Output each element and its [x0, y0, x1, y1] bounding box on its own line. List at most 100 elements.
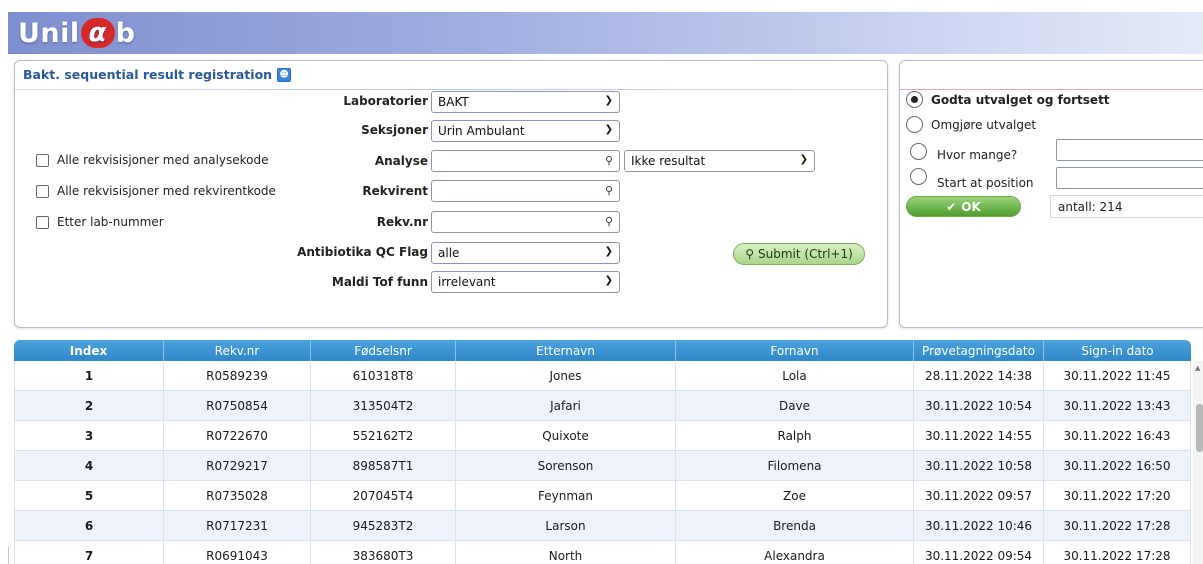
cell-rekvnr: R0750854	[164, 391, 311, 421]
chevron-down-icon: ❯	[604, 95, 613, 106]
antibiotika-select[interactable]: alle ❯	[431, 242, 620, 264]
results-table: Index Rekv.nr Fødselsnr Etternavn Fornav…	[14, 340, 1191, 564]
search-icon: ⚲	[745, 247, 754, 261]
checkbox-label: Etter lab-nummer	[57, 215, 164, 229]
analyse-input[interactable]: ⚲	[431, 150, 620, 172]
rekvirent-label: Rekvirent	[362, 184, 428, 198]
column-header-etternavn[interactable]: Etternavn	[456, 340, 676, 361]
cell-fornavn: Alexandra	[676, 541, 914, 564]
app-banner: Unil α b	[8, 12, 1203, 54]
table-row[interactable]: 1 R0589239 610318T8 Jones Lola 28.11.202…	[14, 361, 1191, 391]
cell-rekvnr: R0691043	[164, 541, 311, 564]
cell-index: 4	[14, 451, 164, 481]
cell-provetagningsdato: 28.11.2022 14:38	[914, 361, 1044, 391]
window-edge	[8, 547, 9, 564]
ok-button[interactable]: ✔ OK	[906, 196, 1021, 217]
submit-button[interactable]: ⚲ Submit (Ctrl+1)	[733, 243, 865, 265]
cell-provetagningsdato: 30.11.2022 09:57	[914, 481, 1044, 511]
laboratorier-select[interactable]: BAKT ❯	[431, 91, 620, 113]
seksjoner-label: Seksjoner	[361, 123, 428, 137]
table-scrollbar[interactable]	[1193, 361, 1203, 564]
column-header-index[interactable]: Index	[14, 340, 164, 361]
antall-count: antall: 214	[1050, 195, 1203, 218]
logo-alpha-mark: α	[80, 18, 115, 48]
user-icon[interactable]: ☻	[277, 67, 292, 82]
rekvirent-input[interactable]: ⚲	[431, 180, 620, 202]
cell-rekvnr: R0722670	[164, 421, 311, 451]
godta-label: Godta utvalget og fortsett	[931, 93, 1110, 107]
cell-provetagningsdato: 30.11.2022 10:54	[914, 391, 1044, 421]
ok-label: OK	[961, 199, 981, 214]
unilab-logo: Unil α b	[18, 16, 135, 50]
cell-sign-in-dato: 30.11.2022 16:50	[1044, 451, 1191, 481]
cell-etternavn: Sorenson	[456, 451, 676, 481]
checkbox-rekvirentkode[interactable]: Alle rekvisisjoner med rekvirentkode	[36, 184, 276, 198]
cell-etternavn: Feynman	[456, 481, 676, 511]
cell-fornavn: Ralph	[676, 421, 914, 451]
cell-index: 5	[14, 481, 164, 511]
cell-sign-in-dato: 30.11.2022 17:28	[1044, 511, 1191, 541]
cell-etternavn: Quixote	[456, 421, 676, 451]
column-header-provetagningsdato[interactable]: Prøvetagningsdato	[914, 340, 1044, 361]
cell-sign-in-dato: 30.11.2022 16:43	[1044, 421, 1191, 451]
search-icon[interactable]: ⚲	[605, 184, 613, 197]
chevron-down-icon: ❯	[799, 154, 808, 165]
cell-rekvnr: R0735028	[164, 481, 311, 511]
cell-provetagningsdato: 30.11.2022 14:55	[914, 421, 1044, 451]
search-icon[interactable]: ⚲	[605, 154, 613, 167]
cell-fodselsnr: 552162T2	[311, 421, 456, 451]
checkbox-box[interactable]	[36, 153, 49, 167]
cell-etternavn: Jafari	[456, 391, 676, 421]
chevron-down-icon: ❯	[604, 275, 613, 286]
scroll-up-arrow-icon[interactable]: ▲	[1195, 364, 1200, 372]
radio-hvor-mange[interactable]	[910, 143, 927, 160]
table-row[interactable]: 5 R0735028 207045T4 Feynman Zoe 30.11.20…	[14, 481, 1191, 511]
column-header-sign-in-dato[interactable]: Sign-in dato	[1044, 340, 1191, 361]
search-icon[interactable]: ⚲	[605, 215, 613, 228]
start-position-input[interactable]	[1056, 167, 1203, 189]
radio-godta[interactable]	[906, 91, 923, 108]
start-position-label: Start at position	[937, 176, 1034, 190]
table-row[interactable]: 4 R0729217 898587T1 Sorenson Filomena 30…	[14, 451, 1191, 481]
panel-divider	[15, 89, 887, 90]
table-row[interactable]: 2 R0750854 313504T2 Jafari Dave 30.11.20…	[14, 391, 1191, 421]
radio-start-position[interactable]	[910, 168, 927, 185]
checkbox-box[interactable]	[36, 184, 49, 198]
rekvnr-input[interactable]: ⚲	[431, 211, 620, 233]
cell-rekvnr: R0589239	[164, 361, 311, 391]
checkbox-lab-nummer[interactable]: Etter lab-nummer	[36, 215, 164, 229]
analyse-label: Analyse	[374, 154, 428, 168]
maldi-select[interactable]: irrelevant ❯	[431, 271, 620, 293]
checkbox-analysekode[interactable]: Alle rekvisisjoner med analysekode	[36, 153, 269, 167]
table-row[interactable]: 7 R0691043 383680T3 North Alexandra 30.1…	[14, 541, 1191, 564]
cell-fornavn: Lola	[676, 361, 914, 391]
panel-title: Bakt. sequential result registration ☻	[23, 67, 292, 82]
cell-index: 7	[14, 541, 164, 564]
maldi-value: irrelevant	[438, 275, 496, 289]
cell-fodselsnr: 945283T2	[311, 511, 456, 541]
cell-sign-in-dato: 30.11.2022 13:43	[1044, 391, 1191, 421]
cell-fodselsnr: 898587T1	[311, 451, 456, 481]
column-header-rekvnr[interactable]: Rekv.nr	[164, 340, 311, 361]
cell-fodselsnr: 610318T8	[311, 361, 456, 391]
cell-fodselsnr: 383680T3	[311, 541, 456, 564]
table-row[interactable]: 3 R0722670 552162T2 Quixote Ralph 30.11.…	[14, 421, 1191, 451]
cell-index: 1	[14, 361, 164, 391]
radio-omgjore[interactable]	[906, 116, 923, 133]
cell-provetagningsdato: 30.11.2022 10:58	[914, 451, 1044, 481]
cell-provetagningsdato: 30.11.2022 10:46	[914, 511, 1044, 541]
scrollbar-thumb[interactable]	[1196, 404, 1203, 452]
logo-text-end: b	[115, 17, 136, 49]
cell-index: 3	[14, 421, 164, 451]
column-header-fodselsnr[interactable]: Fødselsnr	[311, 340, 456, 361]
cell-fornavn: Dave	[676, 391, 914, 421]
cell-rekvnr: R0729217	[164, 451, 311, 481]
table-row[interactable]: 6 R0717231 945283T2 Larson Brenda 30.11.…	[14, 511, 1191, 541]
maldi-label: Maldi Tof funn	[331, 275, 428, 289]
cell-fornavn: Zoe	[676, 481, 914, 511]
checkbox-box[interactable]	[36, 215, 49, 229]
analyse-filter-select[interactable]: Ikke resultat ❯	[624, 150, 815, 172]
hvor-mange-input[interactable]	[1056, 139, 1203, 161]
seksjoner-select[interactable]: Urin Ambulant ❯	[431, 120, 620, 142]
column-header-fornavn[interactable]: Fornavn	[676, 340, 914, 361]
